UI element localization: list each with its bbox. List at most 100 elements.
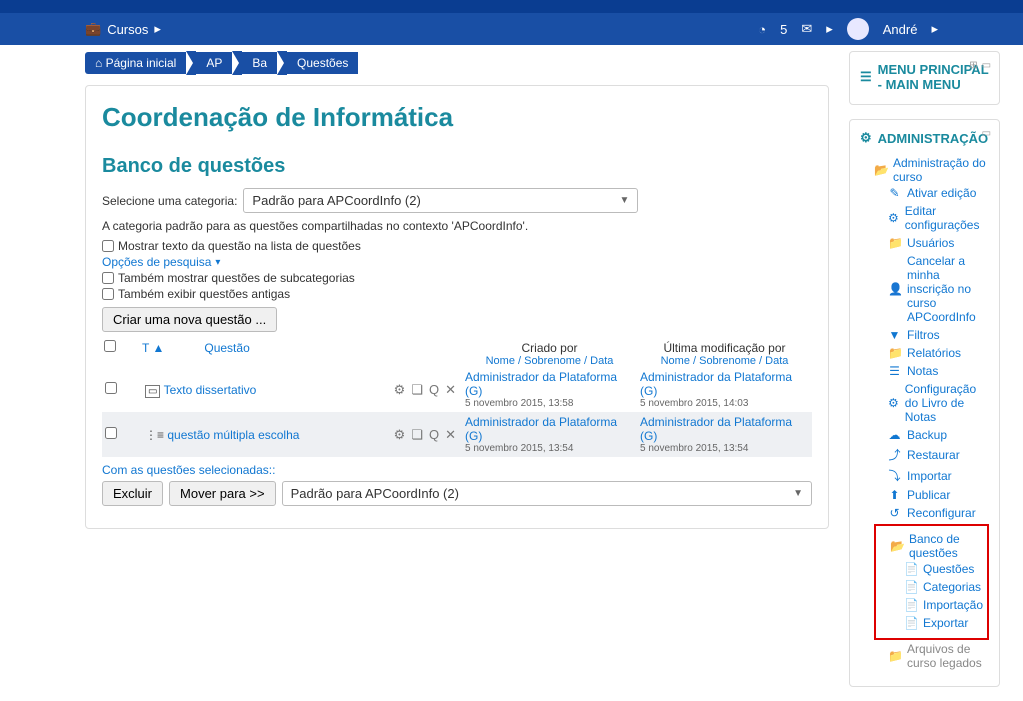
nav-edit-on[interactable]: Ativar edição — [907, 186, 976, 200]
show-question-text-label: Mostrar texto da questão na lista de que… — [118, 239, 361, 253]
gears-icon: ⚙ — [860, 130, 872, 146]
question-link[interactable]: questão múltipla escolha — [167, 428, 299, 442]
row-checkbox[interactable] — [105, 382, 117, 394]
nav-qexport[interactable]: Exportar — [923, 616, 968, 630]
select-all-checkbox[interactable] — [102, 340, 142, 355]
breadcrumb-item[interactable]: AP — [196, 52, 232, 74]
multichoice-icon: ⋮≡ — [145, 428, 164, 442]
question-row: ▭ Texto dissertativo ⚙ ❏ Q ✕ Administrad… — [102, 367, 812, 412]
collapse-icon[interactable]: ▭ — [982, 128, 991, 139]
briefcase-icon: 💼 — [85, 21, 101, 37]
folder-icon: 📁 — [888, 346, 901, 360]
delete-icon[interactable]: ✕ — [445, 427, 456, 443]
show-question-text-checkbox[interactable] — [102, 240, 114, 252]
col-question[interactable]: Questão — [204, 341, 249, 355]
top-accent-bar — [0, 0, 1023, 13]
delete-icon[interactable]: ✕ — [445, 382, 456, 398]
nav-edit-settings[interactable]: Editar configurações — [905, 204, 989, 232]
nav-filters[interactable]: Filtros — [907, 328, 940, 342]
row-checkbox[interactable] — [105, 427, 117, 439]
cloud-icon: ☁ — [888, 428, 901, 442]
gear-icon[interactable]: ⚙ — [394, 427, 406, 443]
envelope-icon[interactable]: ✉ — [801, 21, 812, 37]
modified-by: Administrador da Plataforma (G) — [640, 415, 809, 443]
col-sub-modified[interactable]: Nome / Sobrenome / Data — [637, 355, 812, 367]
nav-users[interactable]: Usuários — [907, 236, 954, 250]
nav-unenrol[interactable]: Cancelar a minha inscrição no curso APCo… — [907, 254, 989, 324]
move-to-button[interactable]: Mover para >> — [169, 481, 276, 506]
breadcrumb: ⌂ Página inicial AP Ba Questões — [85, 51, 829, 75]
col-type[interactable]: T — [142, 341, 149, 355]
preview-icon[interactable]: Q — [429, 427, 439, 443]
category-select[interactable]: Padrão para APCoordInfo (2) ▼ — [243, 188, 638, 213]
include-subcategories-label: Também mostrar questões de subcategorias — [118, 271, 355, 285]
create-question-button[interactable]: Criar uma nova questão ... — [102, 307, 277, 332]
breadcrumb-item[interactable]: Questões — [287, 52, 358, 74]
home-icon: ⌂ — [95, 56, 102, 70]
duplicate-icon[interactable]: ❏ — [411, 427, 423, 443]
select-category-label: Selecione uma categoria: — [102, 194, 237, 208]
nav-grades[interactable]: Notas — [907, 364, 938, 378]
filter-icon: ▼ — [888, 328, 901, 342]
nav-gradebook[interactable]: Configuração do Livro de Notas — [905, 382, 989, 424]
user-name[interactable]: André — [883, 22, 918, 37]
user-icon: 👤 — [888, 282, 901, 296]
nav-questions[interactable]: Questões — [923, 562, 974, 576]
nav-qimport[interactable]: Importação — [923, 598, 983, 612]
modified-by: Administrador da Plataforma (G) — [640, 370, 809, 398]
breadcrumb-item[interactable]: Ba — [242, 52, 277, 74]
gear-icon: ⚙ — [888, 396, 899, 410]
nav-courses[interactable]: Cursos — [107, 22, 148, 37]
nav-reports[interactable]: Relatórios — [907, 346, 961, 360]
main-panel: Coordenação de Informática Banco de ques… — [85, 85, 829, 529]
publish-icon: ⬆ — [888, 488, 901, 502]
move-icon[interactable]: ⊞ — [969, 60, 977, 71]
folder-open-icon: 📂 — [874, 163, 887, 177]
created-at: 5 novembro 2015, 13:58 — [465, 398, 634, 409]
move-target-select[interactable]: Padrão para APCoordInfo (2) ▼ — [282, 481, 812, 506]
show-old-questions-checkbox[interactable] — [102, 288, 114, 300]
chevron-right-icon — [277, 51, 287, 75]
duplicate-icon[interactable]: ❏ — [411, 382, 423, 398]
created-by: Administrador da Plataforma (G) — [465, 370, 634, 398]
nav-reset[interactable]: Reconfigurar — [907, 506, 976, 520]
created-at: 5 novembro 2015, 13:54 — [465, 443, 634, 454]
caret-down-icon: ▾ — [215, 257, 220, 268]
category-select-value: Padrão para APCoordInfo (2) — [252, 193, 420, 208]
file-icon: 📄 — [904, 598, 917, 612]
reset-icon: ↺ — [888, 506, 901, 520]
delete-button[interactable]: Excluir — [102, 481, 163, 506]
preview-icon[interactable]: Q — [429, 382, 439, 398]
folder-icon: 📁 — [888, 649, 901, 663]
nav-legacy-files[interactable]: Arquivos de curso legados — [907, 642, 989, 670]
msg-count: 5 — [780, 22, 787, 37]
move-target-value: Padrão para APCoordInfo (2) — [291, 486, 459, 501]
breadcrumb-home[interactable]: ⌂ Página inicial — [85, 52, 186, 74]
caret-right-icon: ▸ — [826, 21, 833, 37]
file-icon: 📄 — [904, 616, 917, 630]
menu-icon: ☰ — [860, 69, 872, 85]
include-subcategories-checkbox[interactable] — [102, 272, 114, 284]
search-options-link[interactable]: Opções de pesquisa — [102, 255, 211, 269]
avatar[interactable] — [847, 18, 869, 40]
nav-import[interactable]: Importar — [907, 469, 952, 483]
nav-categories[interactable]: Categorias — [923, 580, 981, 594]
page-title: Coordenação de Informática — [102, 102, 812, 133]
clock-icon[interactable]: ◔ — [758, 22, 766, 37]
admin-root[interactable]: Administração do curso — [893, 156, 989, 184]
folder-icon: 📁 — [888, 236, 901, 250]
collapse-icon[interactable]: ▭ — [982, 60, 991, 71]
nav-question-bank[interactable]: Banco de questões — [909, 532, 983, 560]
created-by: Administrador da Plataforma (G) — [465, 415, 634, 443]
gear-icon[interactable]: ⚙ — [394, 382, 406, 398]
nav-backup[interactable]: Backup — [907, 428, 947, 442]
sort-asc-icon: ▲ — [152, 341, 164, 355]
nav-restore[interactable]: Restaurar — [907, 448, 960, 462]
col-sub-created[interactable]: Nome / Sobrenome / Data — [462, 355, 637, 367]
col-modified: Última modificação por — [637, 341, 812, 355]
caret-right-icon: ▸ — [154, 21, 161, 37]
nav-publish[interactable]: Publicar — [907, 488, 950, 502]
question-link[interactable]: Texto dissertativo — [164, 383, 257, 397]
restore-icon: ⤴ — [888, 446, 901, 463]
import-icon: ⤵ — [888, 467, 901, 484]
